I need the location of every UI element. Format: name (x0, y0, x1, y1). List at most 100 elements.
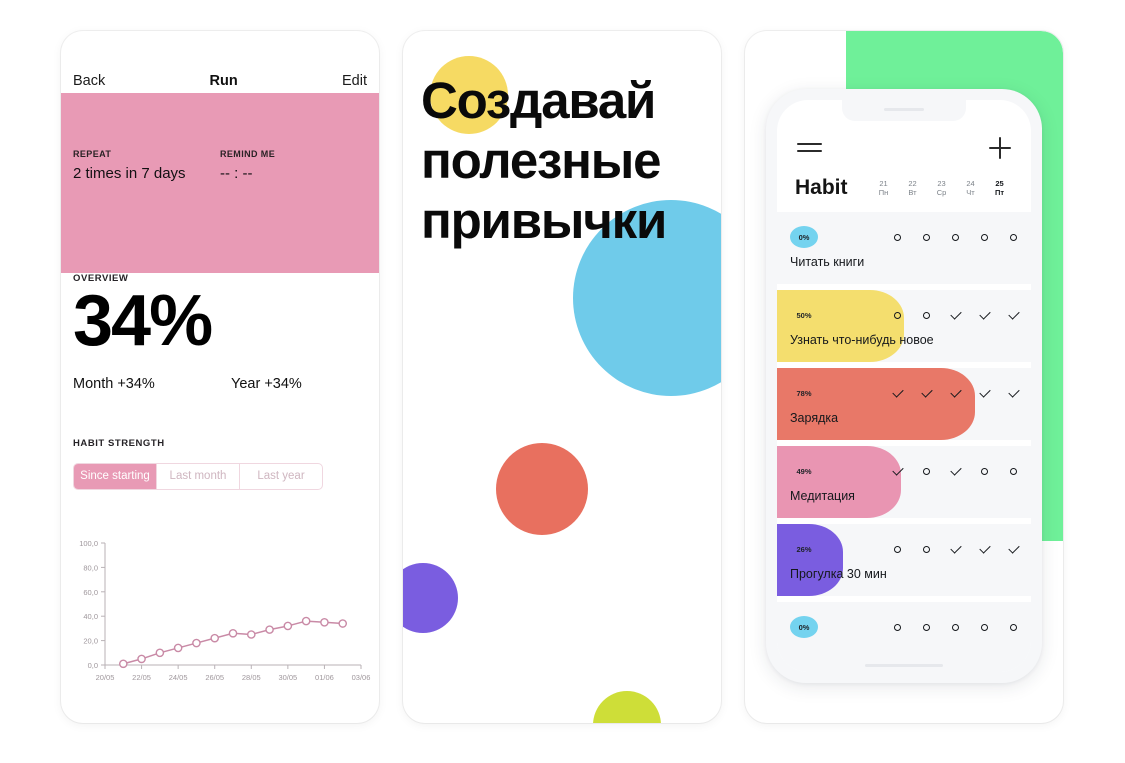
day-column-24[interactable]: 24 Чт (961, 179, 980, 198)
check-icon[interactable] (946, 306, 965, 324)
repeat-field[interactable]: REPEAT 2 times in 7 days (73, 149, 220, 182)
svg-text:40,0: 40,0 (83, 612, 98, 621)
line-chart-svg: 0,0 20,0 40,0 60,0 80,0 100,0 20/05 22/05 24/05 2… (79, 539, 371, 682)
habit-progress-fill (777, 368, 976, 440)
svg-text:22/05: 22/05 (132, 673, 151, 682)
habit-row[interactable]: 50% Узнать что-нибудь новое (777, 290, 1031, 362)
tagline-line-1: Создавай (421, 72, 656, 129)
phone-screen: Habit 21 Пн 22 Вт 23 Ср 24 Чт 25 Пт 0% Читать книг… (777, 100, 1031, 672)
habit-percent-badge: 26% (796, 544, 812, 554)
check-icon[interactable] (946, 540, 965, 558)
check-icon[interactable] (888, 462, 907, 480)
habit-name: Медитация (790, 489, 855, 503)
repeat-label: REPEAT (73, 149, 112, 159)
empty-circle-icon[interactable] (975, 462, 994, 480)
svg-text:80,0: 80,0 (83, 563, 98, 572)
day-weekday: Чт (966, 188, 975, 197)
screenshot-stage: Back Run Edit REPEAT 2 times in 7 days R… (0, 0, 1125, 763)
empty-circle-icon[interactable] (888, 540, 907, 558)
empty-circle-icon[interactable] (975, 618, 994, 636)
segment-last-month[interactable]: Last month (156, 464, 239, 490)
empty-circle-icon[interactable] (946, 228, 965, 246)
svg-text:24/05: 24/05 (169, 673, 188, 682)
habit-marks (888, 384, 1023, 402)
day-column-21[interactable]: 21 Пн (874, 179, 893, 198)
screenshot-card-tagline: Создавай полезные привычки (403, 31, 721, 723)
habit-name: Читать книги (790, 255, 865, 269)
back-button[interactable]: Back (73, 73, 105, 89)
habit-row[interactable]: 0% (777, 602, 1031, 672)
habit-row[interactable]: 78% Зарядка (777, 368, 1031, 440)
remind-me-value: -- : -- (220, 165, 253, 182)
plus-icon[interactable] (989, 137, 1011, 159)
edit-button[interactable]: Edit (342, 73, 367, 89)
check-icon[interactable] (917, 384, 936, 402)
day-column-22[interactable]: 22 Вт (903, 179, 922, 198)
empty-circle-icon[interactable] (888, 306, 907, 324)
day-column-23[interactable]: 23 Ср (932, 179, 951, 198)
check-icon[interactable] (1004, 540, 1023, 558)
app-topbar (777, 130, 1031, 166)
page-title: Run (209, 73, 238, 89)
check-icon[interactable] (1004, 384, 1023, 402)
svg-text:03/06: 03/06 (352, 673, 371, 682)
habit-row[interactable]: 49% Медитация (777, 446, 1031, 518)
empty-circle-icon[interactable] (1004, 462, 1023, 480)
empty-circle-icon[interactable] (917, 618, 936, 636)
day-number: 22 (908, 178, 917, 188)
empty-circle-icon[interactable] (1004, 228, 1023, 246)
check-icon[interactable] (946, 462, 965, 480)
empty-circle-icon[interactable] (917, 306, 936, 324)
empty-circle-icon[interactable] (917, 540, 936, 558)
habit-strength-segmented-control[interactable]: Since starting Last month Last year (73, 463, 323, 491)
day-weekday: Пт (994, 188, 1005, 197)
svg-text:01/06: 01/06 (315, 673, 334, 682)
habit-percent-badge: 0% (790, 226, 818, 248)
habit-marks (888, 618, 1023, 636)
day-columns: 21 Пн 22 Вт 23 Ср 24 Чт 25 Пт (848, 179, 1014, 198)
screenshot-card-phone: Habit 21 Пн 22 Вт 23 Ср 24 Чт 25 Пт 0% Читать книг… (745, 31, 1063, 723)
habit-row[interactable]: 0% Читать книги (777, 212, 1031, 284)
habit-marks (888, 228, 1023, 246)
check-icon[interactable] (1004, 306, 1023, 324)
check-icon[interactable] (975, 540, 994, 558)
svg-text:20/05: 20/05 (96, 673, 115, 682)
day-column-25[interactable]: 25 Пт (990, 179, 1009, 198)
habit-progress-fill (777, 524, 844, 596)
habit-name: Узнать что-нибудь новое (790, 333, 934, 347)
habit-marks (888, 462, 1023, 480)
repeat-value: 2 times in 7 days (73, 165, 186, 182)
day-number: 24 (966, 178, 975, 188)
habit-row[interactable]: 26% Прогулка 30 мин (777, 524, 1031, 596)
habit-percent-badge: 50% (796, 310, 812, 320)
hamburger-icon[interactable] (797, 142, 822, 154)
svg-text:60,0: 60,0 (83, 588, 98, 597)
svg-text:26/05: 26/05 (205, 673, 224, 682)
check-icon[interactable] (946, 384, 965, 402)
decorative-circle-red (496, 443, 588, 535)
delta-row: Month +34% Year +34% (73, 376, 367, 392)
day-weekday: Пн (878, 188, 889, 197)
habit-marks (888, 540, 1023, 558)
check-icon[interactable] (888, 384, 907, 402)
year-delta: Year +34% (231, 376, 302, 393)
empty-circle-icon[interactable] (975, 228, 994, 246)
tagline-line-2: полезные (421, 132, 661, 190)
segment-since-starting[interactable]: Since starting (74, 464, 156, 490)
empty-circle-icon[interactable] (917, 228, 936, 246)
empty-circle-icon[interactable] (888, 228, 907, 246)
day-number: 23 (937, 178, 946, 188)
check-icon[interactable] (975, 306, 994, 324)
detail-header-banner (61, 93, 379, 273)
remind-me-field[interactable]: REMIND ME -- : -- (220, 149, 367, 182)
habit-percent-badge: 78% (796, 388, 812, 398)
segment-last-year[interactable]: Last year (239, 464, 322, 490)
empty-circle-icon[interactable] (946, 618, 965, 636)
habit-strength-label: HABIT STRENGTH (73, 438, 165, 450)
habit-percent-badge: 0% (790, 616, 818, 638)
day-weekday: Ср (936, 188, 947, 197)
empty-circle-icon[interactable] (1004, 618, 1023, 636)
empty-circle-icon[interactable] (888, 618, 907, 636)
empty-circle-icon[interactable] (917, 462, 936, 480)
check-icon[interactable] (975, 384, 994, 402)
